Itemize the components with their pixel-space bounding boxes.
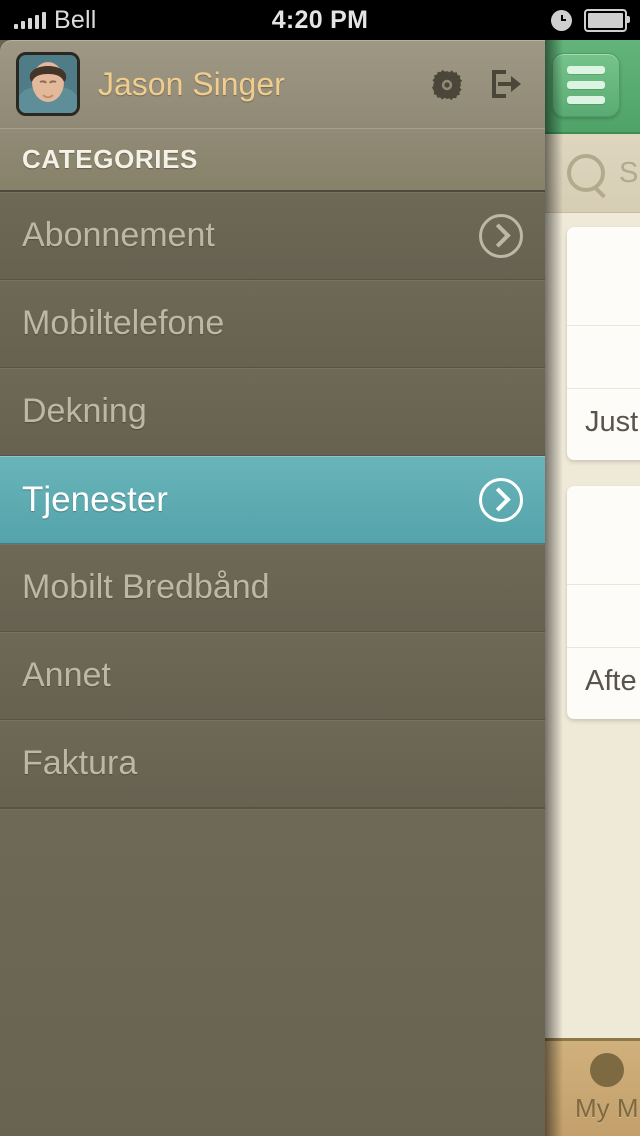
side-drawer: Jason Singer CATEGORIES Abonnement Mobil… bbox=[0, 40, 545, 1136]
hamburger-bar bbox=[567, 96, 605, 104]
sidebar-item-label: Abonnement bbox=[22, 216, 215, 254]
alarm-clock-icon bbox=[551, 9, 572, 31]
chevron-right-icon[interactable] bbox=[479, 477, 523, 522]
search-input[interactable]: S bbox=[619, 157, 638, 190]
content-panel: S Just Afte My M bbox=[545, 40, 640, 1136]
card-body-text: Afte you Mus learn bbox=[585, 665, 640, 698]
sidebar-item-label: Mobiltelefone bbox=[22, 304, 225, 342]
avatar-photo bbox=[19, 55, 77, 113]
avatar[interactable] bbox=[16, 52, 80, 116]
tab-label: My M bbox=[575, 1093, 639, 1123]
sidebar-item-annet[interactable]: Annet bbox=[0, 632, 545, 720]
status-time: 4:20 PM bbox=[271, 5, 369, 34]
logout-icon[interactable] bbox=[489, 67, 523, 101]
user-name: Jason Singer bbox=[98, 65, 285, 102]
feedback-card-list: Comp Just awfu enal bbox=[545, 213, 640, 1043]
sidebar-item-label: Tjenester bbox=[22, 479, 168, 519]
search-icon bbox=[567, 154, 605, 192]
status-right bbox=[551, 0, 630, 40]
header-actions bbox=[431, 40, 523, 128]
category-list: Abonnement Mobiltelefone Dekning Tjenester M… bbox=[0, 192, 545, 808]
search-bar[interactable]: S bbox=[545, 134, 640, 213]
card-avatar-area bbox=[567, 227, 640, 326]
feedback-card[interactable]: Pra Afte you Mus learn bbox=[567, 486, 640, 720]
sidebar-item-label: Mobilt Bredbånd bbox=[22, 568, 270, 606]
hamburger-bar bbox=[567, 81, 605, 89]
hamburger-menu-icon[interactable] bbox=[552, 53, 620, 117]
bottom-tab-bar: My M bbox=[545, 1038, 640, 1136]
card-body-text: Just awfu enal bbox=[585, 406, 640, 438]
sidebar-item-label: Annet bbox=[22, 656, 111, 694]
card-category: Comp bbox=[567, 326, 640, 389]
gear-icon[interactable] bbox=[431, 69, 463, 101]
section-title: CATEGORIES bbox=[22, 143, 198, 174]
card-category: Pra bbox=[567, 585, 640, 649]
hamburger-bar bbox=[567, 66, 605, 74]
sidebar-item-label: Faktura bbox=[22, 744, 138, 782]
profile-header[interactable]: Jason Singer bbox=[0, 40, 545, 128]
messages-icon bbox=[589, 1053, 624, 1087]
sidebar-item-mobilt-bredbånd[interactable]: Mobilt Bredbånd bbox=[0, 544, 545, 632]
sidebar-item-tjenester[interactable]: Tjenester bbox=[0, 456, 545, 544]
navigation-bar bbox=[545, 40, 640, 134]
sidebar-item-dekning[interactable]: Dekning bbox=[0, 368, 545, 456]
sidebar-item-label: Dekning bbox=[22, 392, 147, 430]
sidebar-item-faktura[interactable]: Faktura bbox=[0, 720, 545, 808]
sidebar-item-abonnement[interactable]: Abonnement bbox=[0, 192, 545, 280]
drawer-filler bbox=[0, 808, 545, 1136]
app-screen: S Just Afte My M Jason Singer CATEGORIES… bbox=[0, 0, 640, 1136]
feedback-card[interactable]: Comp Just awfu enal bbox=[567, 227, 640, 461]
battery-icon bbox=[584, 8, 630, 32]
status-bar: Bell 4:20 PM bbox=[0, 0, 640, 40]
sidebar-item-mobiltelefone[interactable]: Mobiltelefone bbox=[0, 280, 545, 368]
tab-my-messages[interactable]: My M bbox=[575, 1053, 639, 1124]
card-avatar-area bbox=[567, 486, 640, 586]
categories-section-header: CATEGORIES bbox=[0, 128, 545, 192]
chevron-right-icon[interactable] bbox=[479, 213, 523, 258]
